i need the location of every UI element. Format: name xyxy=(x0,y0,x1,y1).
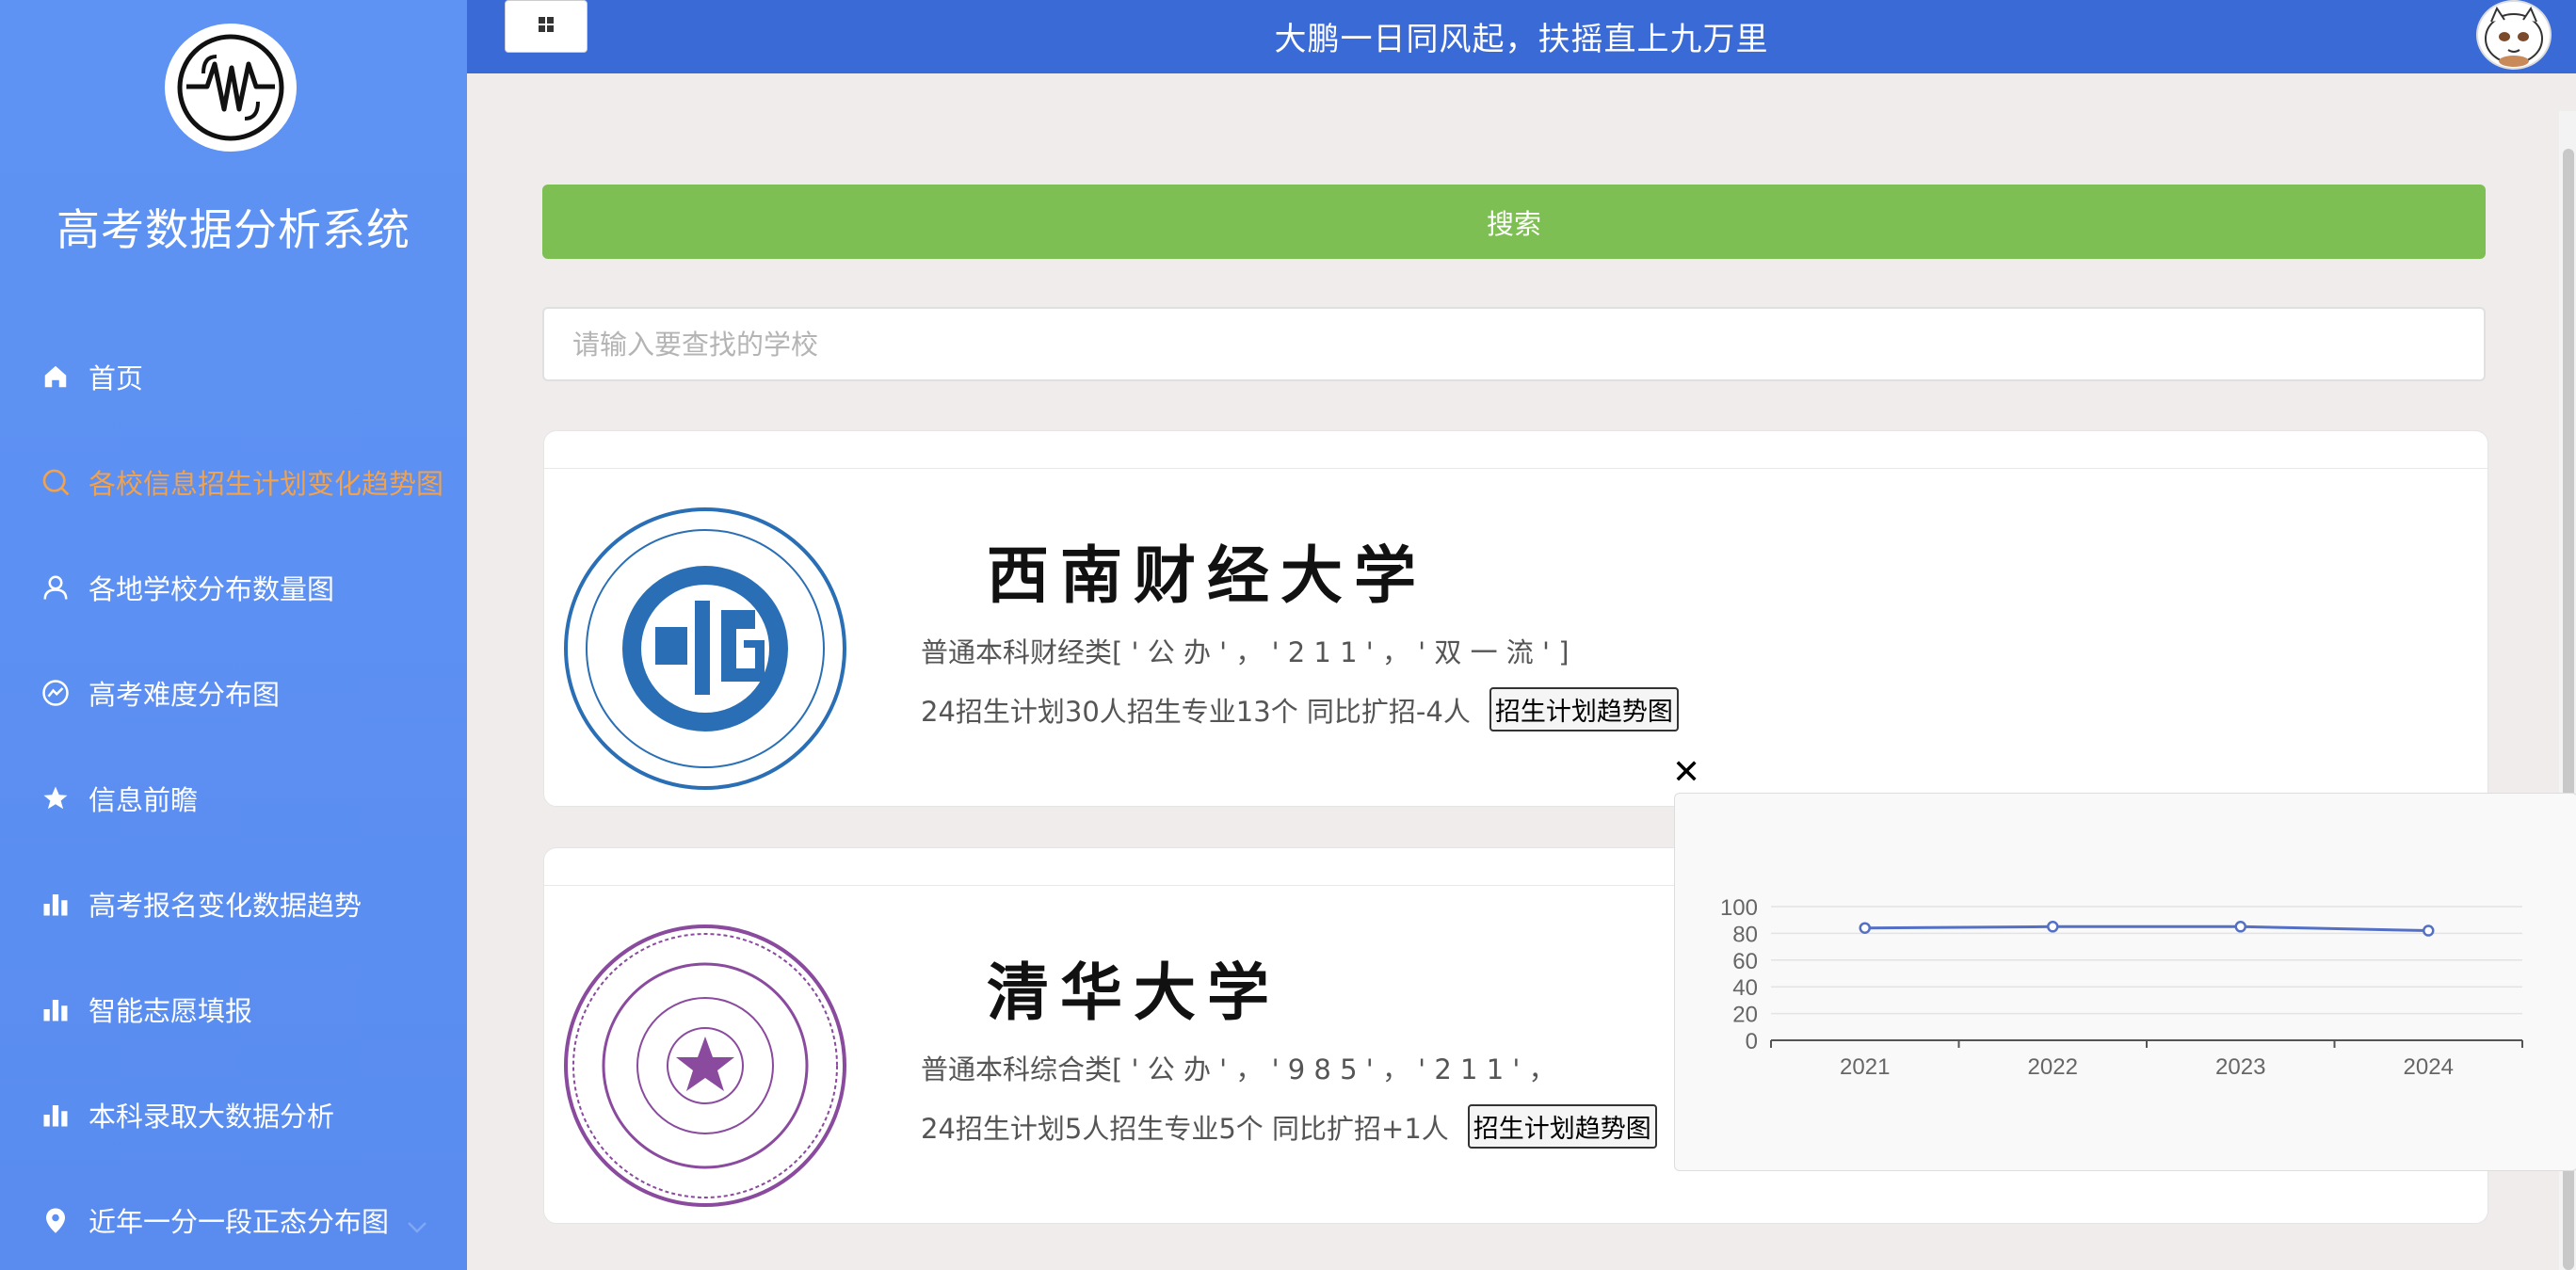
school-logo xyxy=(563,924,847,1208)
data-point xyxy=(2234,921,2246,933)
school-stat: 24招生计划5人招生专业5个 同比扩招+1人 xyxy=(921,1112,1449,1145)
user-icon xyxy=(40,571,72,603)
y-tick-label: 100 xyxy=(1720,895,1758,921)
trend-chart: 020406080100 2021 2022 2023 2024 xyxy=(1720,895,2523,1080)
school-name: 清华大学 xyxy=(987,956,1280,1029)
sidebar-item-label: 首页 xyxy=(89,362,144,394)
enrollment-trend-button[interactable]: 招生计划趋势图 xyxy=(1467,1104,1657,1149)
school-type: 普通本科综合类[ ' 公 办 ' ， ' 9 8 5 ' ， ' 2 1 1 '… xyxy=(921,1053,1556,1085)
card-header xyxy=(544,431,2487,469)
sidebar-item-label: 本科录取大数据分析 xyxy=(89,1101,335,1133)
sidebar-item-label: 近年一分一段正态分布图 xyxy=(89,1206,390,1238)
sidebar-item-volunteer[interactable]: 智能志愿填报 xyxy=(0,957,467,1062)
bar-chart-icon xyxy=(40,993,72,1025)
app-title: 高考数据分析系统 xyxy=(56,204,411,255)
close-icon[interactable]: ✕ xyxy=(1672,753,1700,792)
series-line xyxy=(1864,924,2429,933)
data-point xyxy=(1859,922,1871,934)
school-name: 西南财经大学 xyxy=(987,539,1427,612)
sidebar-item-label: 高考报名变化数据趋势 xyxy=(89,890,362,922)
sidebar-item-home[interactable]: 首页 xyxy=(0,324,467,429)
data-point xyxy=(2047,921,2059,933)
y-tick-label: 0 xyxy=(1746,1029,1758,1054)
search-icon xyxy=(40,466,72,498)
school-stat: 24招生计划30人招生专业13个 同比扩招-4人 xyxy=(921,695,1471,728)
avatar[interactable] xyxy=(2476,0,2552,70)
sidebar-item-label: 高考难度分布图 xyxy=(89,679,281,711)
sidebar-item-school-trend[interactable]: 各校信息招生计划变化趋势图 xyxy=(0,429,467,535)
bar-chart-icon xyxy=(40,1099,72,1131)
sidebar-item-label: 信息前瞻 xyxy=(89,784,199,816)
sidebar-item-label: 各地学校分布数量图 xyxy=(89,573,335,605)
sidebar: 高考数据分析系统 首页 各校信息招生计划变化趋势图 各地学校分布数量图 高考难度… xyxy=(0,0,467,1270)
sidebar-item-registration-trend[interactable]: 高考报名变化数据趋势 xyxy=(0,851,467,957)
sidebar-nav: 首页 各校信息招生计划变化趋势图 各地学校分布数量图 高考难度分布图 信息前瞻 xyxy=(0,324,467,1270)
location-icon xyxy=(40,1204,72,1236)
app-logo xyxy=(165,24,297,152)
sidebar-item-difficulty[interactable]: 高考难度分布图 xyxy=(0,640,467,746)
enrollment-trend-button[interactable]: 招生计划趋势图 xyxy=(1489,687,1679,731)
x-tick-label: 2021 xyxy=(1840,1054,1890,1080)
data-point xyxy=(2423,924,2435,937)
search-button[interactable]: 搜索 xyxy=(542,185,2486,259)
y-tick-label: 60 xyxy=(1732,949,1758,974)
sidebar-item-label: 各校信息招生计划变化趋势图 xyxy=(89,468,444,500)
trend-circle-icon xyxy=(40,677,72,709)
school-stat-row: 24招生计划5人招生专业5个 同比扩招+1人 招生计划趋势图 xyxy=(921,1104,1657,1149)
y-tick-label: 40 xyxy=(1732,975,1758,1001)
x-tick-label: 2022 xyxy=(2028,1054,2078,1080)
sidebar-item-score-distribution[interactable]: 近年一分一段正态分布图 xyxy=(0,1167,467,1270)
x-tick-label: 2023 xyxy=(2215,1054,2265,1080)
sidebar-item-outlook[interactable]: 信息前瞻 xyxy=(0,746,467,851)
school-type: 普通本科财经类[ ' 公 办 ' ， ' 2 1 1 ' ， ' 双 一 流 '… xyxy=(921,636,1570,668)
home-icon xyxy=(40,361,72,393)
chevron-down-icon[interactable] xyxy=(407,1209,427,1241)
x-tick-label: 2024 xyxy=(2404,1054,2454,1080)
school-logo xyxy=(563,506,847,791)
bar-chart-icon xyxy=(40,888,72,920)
sidebar-item-school-distribution[interactable]: 各地学校分布数量图 xyxy=(0,535,467,640)
y-tick-label: 20 xyxy=(1732,1003,1758,1028)
sidebar-item-label: 智能志愿填报 xyxy=(89,995,253,1027)
school-stat-row: 24招生计划30人招生专业13个 同比扩招-4人 招生计划趋势图 xyxy=(921,687,1679,731)
school-card: 西南财经大学 普通本科财经类[ ' 公 办 ' ， ' 2 1 1 ' ， ' … xyxy=(543,430,2488,807)
star-icon xyxy=(40,782,72,814)
trend-chart-popup: 0 20 40 60 80 100 2021 2022 2023 2024 xyxy=(1674,793,2576,1171)
search-input[interactable] xyxy=(542,307,2486,381)
header-slogan: 大鹏一日同风起，扶摇直上九万里 xyxy=(1274,21,1769,58)
y-tick-label: 80 xyxy=(1732,922,1758,947)
top-header: 大鹏一日同风起，扶摇直上九万里 xyxy=(467,0,2576,73)
sidebar-item-admission-analysis[interactable]: 本科录取大数据分析 xyxy=(0,1062,467,1167)
